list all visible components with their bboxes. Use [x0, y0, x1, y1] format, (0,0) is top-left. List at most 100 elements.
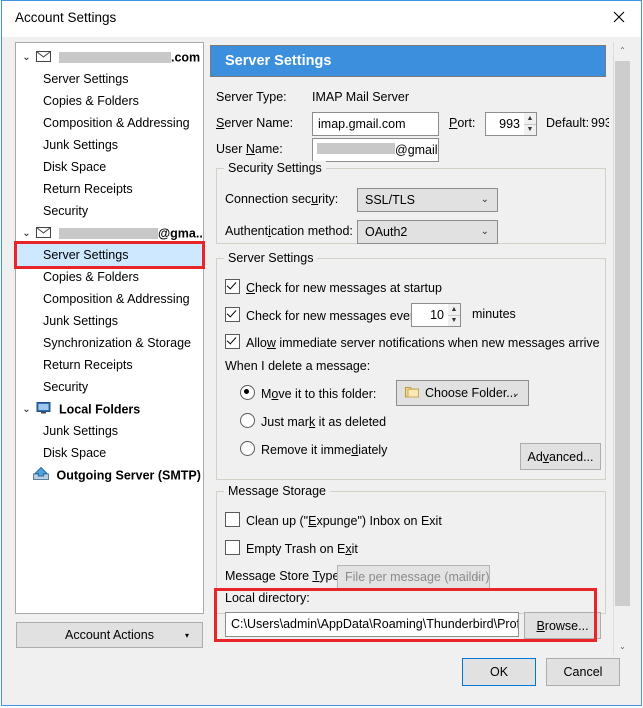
empty-trash-row[interactable]: Empty Trash on Exit [225, 540, 358, 556]
tree-item-label: Server Settings [43, 72, 129, 86]
sidebar-item-junk-settings-1[interactable]: Junk Settings [16, 134, 203, 156]
radio-mark-deleted-row[interactable]: Just mark it as deleted [240, 413, 386, 429]
message-store-type-label: Message Store Type: [225, 569, 343, 583]
expunge-checkbox[interactable] [225, 512, 240, 527]
sidebar-item-disk-space-1[interactable]: Disk Space [16, 156, 203, 178]
sidebar-item-composition-addressing-2[interactable]: Composition & Addressing [16, 288, 203, 310]
account-actions-button[interactable]: Account Actions ▾ [16, 622, 203, 648]
radio-move-folder-row[interactable]: Move it to this folder: [240, 385, 376, 401]
local-directory-input[interactable]: C:\Users\admin\AppData\Roaming\Thunderbi… [225, 612, 519, 637]
sidebar-item-security-1[interactable]: Security [16, 200, 203, 222]
empty-trash-checkbox[interactable] [225, 540, 240, 555]
server-type-value: IMAP Mail Server [312, 90, 410, 104]
chevron-down-icon: ⌄ [480, 226, 489, 237]
check-every-checkbox[interactable] [225, 307, 240, 322]
expunge-label: Clean up ("Expunge") Inbox on Exit [246, 514, 442, 528]
sidebar-item-junk-settings-local[interactable]: Junk Settings [16, 420, 203, 442]
tree-local-folders[interactable]: ⌄ Local Folders [16, 398, 203, 420]
sidebar-item-copies-folders-2[interactable]: Copies & Folders [16, 266, 203, 288]
spinner-down-icon[interactable]: ▼ [524, 125, 536, 136]
user-name-value: @gmail [395, 143, 438, 157]
allow-notifications-checkbox[interactable] [225, 334, 240, 349]
check-interval-input[interactable]: 10 [411, 303, 449, 327]
tree-item-label: Synchronization & Storage [43, 336, 192, 350]
expunge-row[interactable]: Clean up ("Expunge") Inbox on Exit [225, 512, 442, 528]
spinner-up-icon[interactable]: ▲ [524, 113, 536, 125]
sidebar-item-junk-settings-2[interactable]: Junk Settings [16, 310, 203, 332]
tree-outgoing-server-label: Outgoing Server (SMTP) [56, 468, 201, 483]
chevron-down-icon: ⌄ [511, 387, 520, 399]
sidebar-item-server-settings-2[interactable]: Server Settings [16, 244, 203, 266]
message-storage-title: Message Storage [224, 484, 330, 498]
allow-notifications-row[interactable]: Allow immediate server notifications whe… [225, 334, 600, 350]
tree-outgoing-server[interactable]: Outgoing Server (SMTP) [16, 464, 203, 486]
scroll-up-icon[interactable]: ⌃ [614, 42, 631, 59]
chevron-down-icon: ▾ [184, 630, 189, 640]
sidebar-item-composition-addressing-1[interactable]: Composition & Addressing [16, 112, 203, 134]
cancel-button-label: Cancel [563, 665, 603, 679]
radio-mark-deleted-label: Just mark it as deleted [261, 415, 387, 429]
cancel-button[interactable]: Cancel [546, 658, 620, 686]
scrollbar-thumb[interactable] [615, 61, 630, 606]
sidebar-item-return-receipts-2[interactable]: Return Receipts [16, 354, 203, 376]
advanced-button[interactable]: Advanced... [520, 443, 601, 470]
tree-account-1[interactable]: ⌄ .com [16, 46, 203, 68]
sidebar-item-return-receipts-1[interactable]: Return Receipts [16, 178, 203, 200]
authentication-method-label: Authentication method: [225, 224, 353, 238]
pane-scrollbar[interactable]: ⌃ ⌄ [613, 42, 630, 655]
tree-item-label: Copies & Folders [43, 94, 139, 108]
ok-button-label: OK [489, 665, 509, 679]
radio-remove-immediately-row[interactable]: Remove it immediately [240, 441, 387, 457]
tree-item-label: Composition & Addressing [43, 116, 190, 130]
sidebar-item-server-settings-1[interactable]: Server Settings [16, 68, 203, 90]
user-name-label: User Name: [216, 142, 283, 156]
accounts-tree[interactable]: ⌄ .com Server Settings Copies & Folders … [15, 42, 204, 614]
sidebar-item-disk-space-local[interactable]: Disk Space [16, 442, 203, 464]
choose-folder-select[interactable]: Choose Folder... ⌄ [396, 380, 529, 406]
chevron-down-icon: ⌄ [480, 194, 489, 205]
check-startup-checkbox[interactable] [225, 279, 240, 294]
server-type-label: Server Type: [216, 90, 287, 104]
security-settings-title: Security Settings [224, 161, 326, 175]
redacted-account-name [58, 228, 158, 240]
authentication-method-select[interactable]: OAuth2 ⌄ [357, 220, 498, 244]
user-name-input[interactable]: @gmail [312, 138, 439, 162]
radio-mark-deleted[interactable] [240, 413, 255, 428]
chevron-down-icon: ⌄ [472, 571, 481, 582]
port-default-label: Default: [546, 116, 590, 130]
tree-account-2-label: @gma... [157, 226, 204, 241]
port-spinner[interactable]: ▲ ▼ [524, 112, 537, 136]
spinner-up-icon[interactable]: ▲ [448, 304, 460, 316]
twisty-icon[interactable]: ⌄ [20, 399, 33, 421]
check-startup-row[interactable]: Check for new messages at startup [225, 279, 442, 295]
check-interval-spinner[interactable]: ▲ ▼ [448, 303, 461, 327]
message-store-type-value: File per message (maildir) [345, 570, 490, 584]
scroll-down-icon[interactable]: ⌄ [614, 638, 631, 655]
account-actions-label: Account Actions [65, 628, 154, 642]
server-name-label: Server Name: [216, 116, 294, 130]
ok-button[interactable]: OK [462, 658, 536, 686]
check-every-row[interactable]: Check for new messages every [225, 307, 420, 323]
port-default-value: 993 [591, 116, 609, 130]
window-title: Account Settings [15, 10, 117, 25]
sidebar-item-synchronization-storage-2[interactable]: Synchronization & Storage [16, 332, 203, 354]
server-settings-group-title: Server Settings [224, 251, 318, 265]
account-settings-window: Account Settings ⌄ .com Server Settings … [1, 0, 642, 706]
radio-remove-immediately[interactable] [240, 441, 255, 456]
outgoing-server-icon [33, 465, 49, 487]
redacted-user-name [317, 143, 395, 154]
connection-security-select[interactable]: SSL/TLS ⌄ [357, 188, 498, 212]
tree-account-2[interactable]: ⌄ @gma... [16, 222, 203, 244]
sidebar-item-security-2[interactable]: Security [16, 376, 203, 398]
browse-button[interactable]: Browse... [524, 612, 601, 639]
spinner-down-icon[interactable]: ▼ [448, 316, 460, 327]
server-name-input[interactable]: imap.gmail.com [312, 112, 439, 136]
close-icon[interactable] [597, 1, 641, 33]
radio-move-folder[interactable] [240, 385, 255, 400]
twisty-icon[interactable]: ⌄ [20, 47, 33, 69]
tree-item-label: Security [43, 380, 89, 394]
sidebar-item-copies-folders-1[interactable]: Copies & Folders [16, 90, 203, 112]
twisty-icon[interactable]: ⌄ [20, 223, 33, 245]
port-input[interactable]: 993 [485, 112, 525, 136]
title-bar: Account Settings [2, 1, 641, 37]
